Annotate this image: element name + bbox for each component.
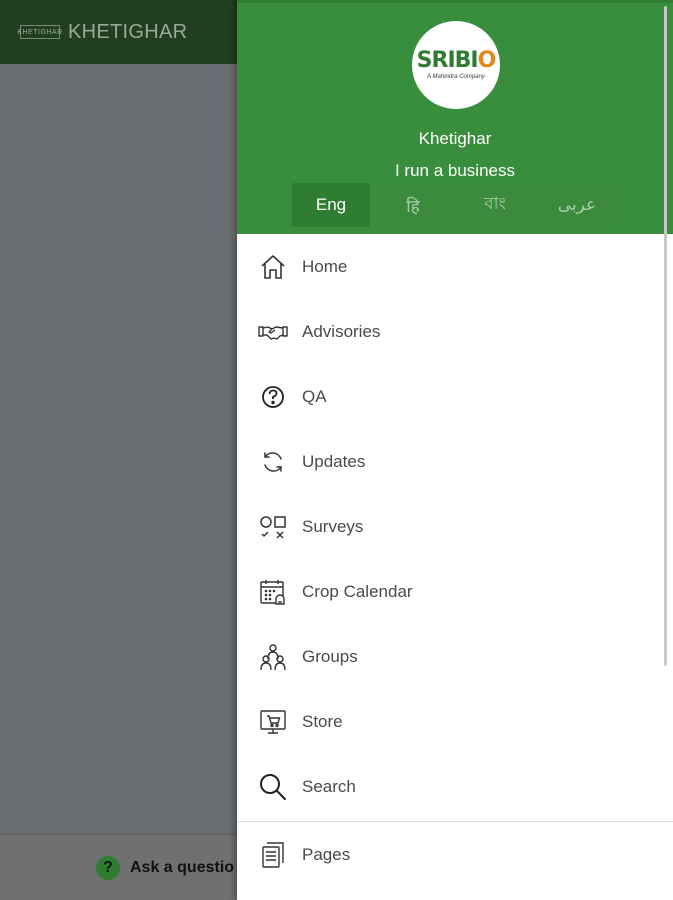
menu-label-groups: Groups bbox=[302, 646, 358, 666]
lang-button-eng[interactable]: Eng bbox=[292, 183, 370, 227]
menu-label-search: Search bbox=[302, 776, 356, 796]
store-icon bbox=[257, 706, 289, 738]
lang-button-arabic[interactable]: عربى bbox=[538, 183, 616, 227]
menu-label-qa: QA bbox=[302, 386, 327, 406]
brand-logo: SRIBIO bbox=[416, 48, 497, 73]
menu-label-pages: Pages bbox=[302, 844, 351, 864]
profile-name: Khetighar bbox=[418, 129, 492, 148]
home-icon bbox=[257, 251, 289, 283]
menu-item-crop-calendar[interactable]: Crop Calendar bbox=[237, 559, 673, 624]
ask-question-label: Ask a questio bbox=[130, 858, 235, 876]
drawer-header: SRIBIO A Mahindra Company Khetighar I ru… bbox=[237, 0, 673, 234]
app-logo: KHETIGHAR bbox=[17, 25, 62, 39]
menu-label-home: Home bbox=[302, 256, 348, 276]
app-title: KHETIGHAR bbox=[68, 20, 188, 43]
menu-item-advisories[interactable]: Advisories bbox=[237, 299, 673, 364]
menu-label-surveys: Surveys bbox=[302, 516, 364, 536]
drawer-scrollbar[interactable] bbox=[664, 6, 667, 666]
groups-icon bbox=[257, 641, 289, 673]
survey-icon bbox=[257, 511, 289, 543]
avatar[interactable]: SRIBIO A Mahindra Company bbox=[412, 21, 500, 109]
menu-item-qa[interactable]: QA bbox=[237, 364, 673, 429]
menu-item-updates[interactable]: Updates bbox=[237, 429, 673, 494]
question-badge-icon: ? bbox=[96, 855, 120, 880]
menu-label-advisories: Advisories bbox=[302, 321, 381, 341]
profile-role: I run a business bbox=[394, 161, 515, 180]
calendar-icon bbox=[257, 576, 289, 608]
menu-item-store[interactable]: Store bbox=[237, 689, 673, 754]
lang-button-bangla[interactable]: বাং bbox=[456, 183, 534, 227]
brand-tagline: A Mahindra Company bbox=[427, 74, 485, 80]
refresh-icon bbox=[257, 446, 289, 478]
menu-item-search[interactable]: Search bbox=[237, 754, 673, 819]
search-icon bbox=[257, 771, 289, 803]
menu-label-crop-calendar: Crop Calendar bbox=[302, 581, 413, 601]
menu-label-updates: Updates bbox=[302, 451, 366, 471]
lang-button-hindi[interactable]: हि bbox=[374, 183, 452, 227]
drawer-menu: Home Advisories QA Updates Surveys Crop … bbox=[237, 234, 673, 887]
question-circle-icon bbox=[257, 381, 289, 413]
navigation-drawer: SRIBIO A Mahindra Company Khetighar I ru… bbox=[237, 0, 673, 900]
pages-icon bbox=[257, 839, 289, 871]
language-selector: Eng हि বাং عربى bbox=[292, 183, 616, 227]
menu-item-surveys[interactable]: Surveys bbox=[237, 494, 673, 559]
menu-item-home[interactable]: Home bbox=[237, 234, 673, 299]
menu-item-pages[interactable]: Pages bbox=[237, 822, 673, 887]
menu-item-groups[interactable]: Groups bbox=[237, 624, 673, 689]
menu-label-store: Store bbox=[302, 711, 343, 731]
handshake-icon bbox=[257, 316, 289, 348]
